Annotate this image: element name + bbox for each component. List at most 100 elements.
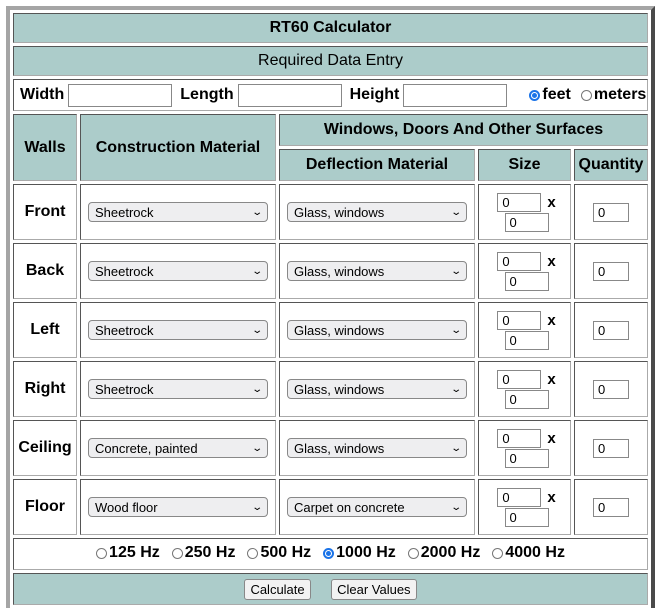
quantity-input[interactable] <box>593 497 629 517</box>
frequency-radio[interactable]: 125 Hz <box>96 544 160 562</box>
wall-label: Front <box>13 184 77 240</box>
construction-cell: Wood floor ⌄ <box>80 479 276 535</box>
radio-unselected-icon[interactable] <box>580 89 592 101</box>
wall-label: Ceiling <box>13 420 77 476</box>
wall-row: Left Sheetrock ⌄ Glass, windows ⌄ x <box>13 302 648 358</box>
quantity-cell <box>574 420 648 476</box>
radio-selected-icon[interactable] <box>323 547 335 559</box>
construction-material-select[interactable]: Sheetrock ⌄ <box>87 261 268 281</box>
size-width-input[interactable] <box>497 251 542 271</box>
construction-material-select[interactable]: Sheetrock ⌄ <box>87 320 268 340</box>
size-width-input[interactable] <box>497 310 542 330</box>
deflection-cell: Carpet on concrete ⌄ <box>278 479 475 535</box>
construction-cell: Sheetrock ⌄ <box>80 361 276 417</box>
frequency-radio[interactable]: 250 Hz <box>171 544 235 562</box>
deflection-cell: Glass, windows ⌄ <box>278 420 475 476</box>
wall-label: Right <box>13 361 77 417</box>
deflection-cell: Glass, windows ⌄ <box>278 361 475 417</box>
construction-cell: Concrete, painted ⌄ <box>80 420 276 476</box>
size-separator: x <box>547 193 556 211</box>
deflection-material-value: Glass, windows <box>293 381 385 397</box>
chevron-down-icon: ⌄ <box>449 383 462 395</box>
unit-radio-meters[interactable]: meters <box>580 86 646 104</box>
deflection-cell: Glass, windows ⌄ <box>278 243 475 299</box>
chevron-down-icon: ⌄ <box>250 324 263 336</box>
header-surfaces: Windows, Doors And Other Surfaces <box>278 114 648 146</box>
frequency-label: 125 Hz <box>109 544 160 562</box>
size-height-input[interactable] <box>504 507 549 527</box>
quantity-cell <box>574 243 648 299</box>
header-quantity: Quantity <box>574 149 648 181</box>
construction-cell: Sheetrock ⌄ <box>80 302 276 358</box>
deflection-material-select[interactable]: Glass, windows ⌄ <box>286 438 467 458</box>
construction-material-select[interactable]: Concrete, painted ⌄ <box>87 438 268 458</box>
frequency-row: 125 Hz 250 Hz 500 Hz 1000 Hz 2000 Hz 4000 Hz <box>13 538 648 570</box>
construction-material-value: Sheetrock <box>94 381 154 397</box>
construction-cell: Sheetrock ⌄ <box>80 243 276 299</box>
frequency-radio[interactable]: 4000 Hz <box>492 544 565 562</box>
frequency-radio[interactable]: 1000 Hz <box>323 544 396 562</box>
radio-unselected-icon[interactable] <box>492 547 504 559</box>
wall-label: Floor <box>13 479 77 535</box>
construction-cell: Sheetrock ⌄ <box>80 184 276 240</box>
construction-material-select[interactable]: Wood floor ⌄ <box>87 497 268 517</box>
chevron-down-icon: ⌄ <box>250 383 263 395</box>
radio-unselected-icon[interactable] <box>96 547 108 559</box>
width-label: Width <box>20 86 65 103</box>
construction-material-value: Sheetrock <box>94 263 154 279</box>
radio-unselected-icon[interactable] <box>407 547 419 559</box>
deflection-material-select[interactable]: Glass, windows ⌄ <box>286 379 467 399</box>
quantity-input[interactable] <box>593 438 629 458</box>
size-cell: x <box>478 184 571 240</box>
size-cell: x <box>478 243 571 299</box>
size-height-input[interactable] <box>504 271 549 291</box>
quantity-cell <box>574 361 648 417</box>
chevron-down-icon: ⌄ <box>449 265 462 277</box>
chevron-down-icon: ⌄ <box>449 501 462 513</box>
deflection-material-select[interactable]: Glass, windows ⌄ <box>286 202 467 222</box>
frequency-radio[interactable]: 500 Hz <box>247 544 311 562</box>
size-width-input[interactable] <box>497 487 542 507</box>
size-height-input[interactable] <box>504 448 549 468</box>
deflection-cell: Glass, windows ⌄ <box>278 184 475 240</box>
radio-unselected-icon[interactable] <box>247 547 259 559</box>
frequency-radio[interactable]: 2000 Hz <box>407 544 480 562</box>
construction-material-value: Sheetrock <box>94 322 154 338</box>
quantity-input[interactable] <box>593 202 629 222</box>
unit-label-feet: feet <box>542 86 571 103</box>
size-cell: x <box>478 361 571 417</box>
deflection-material-value: Carpet on concrete <box>293 499 405 515</box>
width-input[interactable] <box>68 83 173 107</box>
size-height-input[interactable] <box>504 389 549 409</box>
size-width-input[interactable] <box>497 192 542 212</box>
calculate-button[interactable]: Calculate <box>244 578 311 600</box>
deflection-material-select[interactable]: Carpet on concrete ⌄ <box>286 497 467 517</box>
button-row: Calculate Clear Values <box>13 573 648 605</box>
wall-row: Ceiling Concrete, painted ⌄ Glass, windo… <box>13 420 648 476</box>
quantity-input[interactable] <box>593 261 629 281</box>
length-input[interactable] <box>237 83 342 107</box>
size-height-input[interactable] <box>504 212 549 232</box>
page-title: RT60 Calculator <box>13 13 648 43</box>
quantity-cell <box>574 479 648 535</box>
quantity-input[interactable] <box>593 320 629 340</box>
size-height-input[interactable] <box>504 330 549 350</box>
radio-unselected-icon[interactable] <box>171 547 183 559</box>
chevron-down-icon: ⌄ <box>449 324 462 336</box>
deflection-material-select[interactable]: Glass, windows ⌄ <box>286 261 467 281</box>
radio-selected-icon[interactable] <box>529 89 541 101</box>
size-cell: x <box>478 302 571 358</box>
height-input[interactable] <box>403 83 508 107</box>
quantity-cell <box>574 184 648 240</box>
construction-material-select[interactable]: Sheetrock ⌄ <box>87 202 268 222</box>
deflection-material-select[interactable]: Glass, windows ⌄ <box>286 320 467 340</box>
quantity-input[interactable] <box>593 379 629 399</box>
header-walls: Walls <box>13 114 77 181</box>
size-width-input[interactable] <box>497 428 542 448</box>
unit-radio-feet[interactable]: feet <box>529 86 571 104</box>
clear-values-button[interactable]: Clear Values <box>331 578 417 600</box>
calculator-table: RT60 Calculator Required Data Entry Widt… <box>6 6 655 608</box>
size-width-input[interactable] <box>497 369 542 389</box>
construction-material-select[interactable]: Sheetrock ⌄ <box>87 379 268 399</box>
section-subtitle: Required Data Entry <box>13 46 648 76</box>
